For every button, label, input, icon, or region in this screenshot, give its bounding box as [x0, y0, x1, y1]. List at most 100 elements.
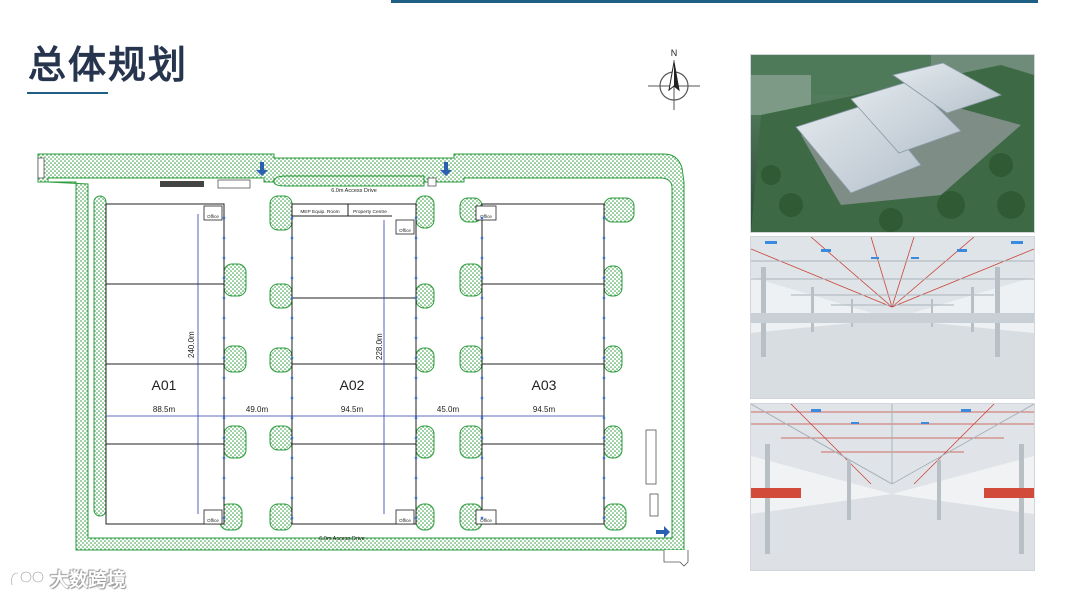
warehouse-interior-image-2: [750, 403, 1035, 571]
column-marker: [414, 416, 418, 420]
column-marker: [222, 376, 226, 380]
column-marker: [290, 456, 294, 460]
column-marker: [290, 496, 294, 500]
column-marker: [290, 256, 294, 260]
column-marker: [480, 256, 484, 260]
column-marker: [480, 456, 484, 460]
column-marker: [222, 496, 226, 500]
column-marker: [602, 316, 606, 320]
column-marker: [290, 296, 294, 300]
column-marker: [602, 376, 606, 380]
column-marker: [414, 256, 418, 260]
column-marker: [602, 356, 606, 360]
column-marker: [480, 516, 484, 520]
column-marker: [480, 416, 484, 420]
watermark-logo-icon: [10, 570, 45, 586]
building-A03-width: 94.5m: [533, 405, 556, 414]
column-marker: [602, 276, 606, 280]
office-label: Office: [207, 214, 219, 219]
building-A01-width: 88.5m: [153, 405, 176, 414]
column-marker: [290, 276, 294, 280]
column-marker: [414, 436, 418, 440]
column-marker: [480, 496, 484, 500]
office-label: Office: [207, 518, 219, 523]
watermark-text: 大数跨境: [50, 568, 127, 591]
building-A01: [105, 203, 225, 525]
access-drive-bottom-label: 6.0m Access Drive: [319, 536, 365, 542]
building-A02-width: 94.5m: [341, 405, 364, 414]
column-marker: [602, 216, 606, 220]
column-marker: [290, 436, 294, 440]
column-marker: [222, 516, 226, 520]
column-marker: [290, 396, 294, 400]
column-marker: [414, 496, 418, 500]
column-marker: [222, 216, 226, 220]
column-marker: [602, 296, 606, 300]
column-marker: [414, 396, 418, 400]
column-marker: [414, 456, 418, 460]
building-A01-length: 240.0m: [187, 331, 196, 358]
building-A02: [291, 203, 417, 525]
column-marker: [222, 336, 226, 340]
entry-arrow-icon: [656, 526, 670, 538]
column-marker: [414, 476, 418, 480]
column-marker: [602, 396, 606, 400]
room-mep-label: MEP Equip. Room: [300, 209, 339, 215]
column-marker: [222, 236, 226, 240]
column-marker: [414, 296, 418, 300]
column-marker: [222, 316, 226, 320]
site-plan: 6.0m Access Drive MEP Equip. Room Proper…: [37, 153, 689, 567]
column-marker: [602, 336, 606, 340]
access-drive-top-label: 6.0m Access Drive: [331, 188, 377, 194]
column-marker: [480, 476, 484, 480]
building-A03: [481, 203, 605, 525]
building-A02-label: A02: [340, 377, 365, 393]
aerial-rendering-image: [750, 54, 1035, 233]
column-marker: [290, 476, 294, 480]
column-marker: [290, 416, 294, 420]
column-marker: [222, 416, 226, 420]
column-marker: [414, 276, 418, 280]
gap-2-label: 45.0m: [437, 405, 460, 414]
warehouse-interior-image-1: [750, 236, 1035, 399]
column-marker: [414, 356, 418, 360]
top-accent-line: [391, 0, 1038, 3]
page-title: 总体规划: [28, 42, 189, 87]
column-marker: [602, 516, 606, 520]
column-marker: [290, 516, 294, 520]
column-marker: [480, 396, 484, 400]
column-marker: [480, 236, 484, 240]
column-marker: [222, 276, 226, 280]
column-marker: [480, 436, 484, 440]
column-marker: [414, 236, 418, 240]
column-marker: [222, 256, 226, 260]
column-marker: [290, 236, 294, 240]
column-marker: [480, 376, 484, 380]
column-marker: [290, 316, 294, 320]
north-arrow-icon: N: [648, 48, 700, 110]
office-label: Office: [399, 228, 411, 233]
column-marker: [414, 336, 418, 340]
column-marker: [414, 216, 418, 220]
column-marker: [602, 496, 606, 500]
column-marker: [290, 216, 294, 220]
column-marker: [480, 296, 484, 300]
column-marker: [480, 336, 484, 340]
column-marker: [290, 376, 294, 380]
watermark: 大数跨境: [8, 565, 126, 591]
column-marker: [602, 456, 606, 460]
column-marker: [480, 356, 484, 360]
column-marker: [480, 216, 484, 220]
title-underline: [27, 92, 108, 94]
building-A01-label: A01: [152, 377, 177, 393]
room-property-label: Property Centre: [353, 209, 387, 215]
column-marker: [222, 356, 226, 360]
building-A02-length: 228.0m: [375, 333, 384, 360]
column-marker: [602, 236, 606, 240]
column-marker: [222, 476, 226, 480]
office-label: Office: [399, 518, 411, 523]
column-marker: [222, 456, 226, 460]
column-marker: [480, 276, 484, 280]
column-marker: [222, 396, 226, 400]
column-marker: [414, 516, 418, 520]
